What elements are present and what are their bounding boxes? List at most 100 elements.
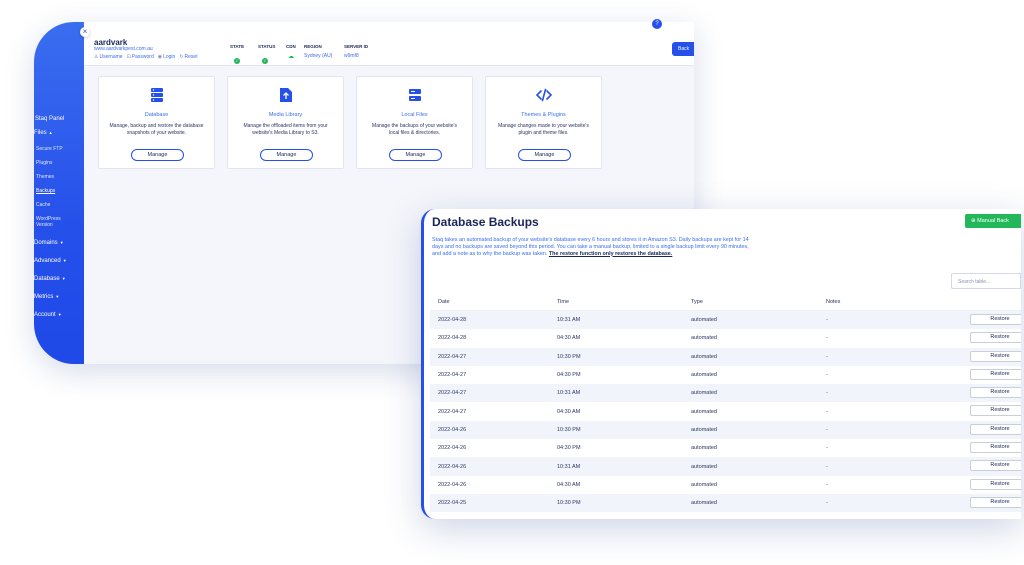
link-label: Reset	[184, 54, 198, 60]
restore-button[interactable]: Restore	[970, 442, 1021, 454]
cell-date: 2022-04-27	[438, 408, 467, 415]
sidebar-item-label: Account	[34, 312, 56, 318]
password-link[interactable]: ⊡Password	[127, 54, 154, 60]
cell-date: 2022-04-26	[438, 445, 467, 452]
cell-type: automated	[691, 408, 717, 415]
sidebar-item-plugins[interactable]: Plugins	[36, 160, 52, 166]
cell-time: 04:30 PM	[557, 372, 581, 379]
sidebar-item-cache[interactable]: Cache	[36, 202, 50, 208]
cell-actions: Restore	[960, 384, 1021, 402]
cell-type: automated	[691, 445, 717, 452]
backup-category-cards: Database Manage, backup and restore the …	[98, 76, 602, 169]
restore-button[interactable]: Restore	[970, 387, 1021, 399]
help-icon[interactable]: ?	[652, 19, 662, 29]
sidebar-item-domains[interactable]: Domains ▼	[34, 240, 64, 246]
column-header-date[interactable]: Date	[430, 299, 557, 305]
login-icon: ◉	[157, 54, 163, 60]
sidebar-item-label: Secure FTP	[36, 146, 63, 152]
lock-icon: ⊡	[126, 54, 131, 60]
restore-button[interactable]: Restore	[970, 460, 1021, 472]
cell-type: automated	[691, 390, 717, 397]
card-local-files: Local Files Manage the backups of your w…	[356, 76, 473, 169]
search-input[interactable]: Search table...	[951, 273, 1021, 289]
reset-link[interactable]: ↻Reset	[179, 54, 197, 60]
manage-media-library-button[interactable]: Manage	[260, 149, 313, 161]
chevron-up-icon: ▲	[48, 130, 53, 135]
check-circle-icon: ✓	[262, 58, 268, 64]
cell-time: 10:31 AM	[557, 463, 581, 470]
chevron-down-icon: ▼	[55, 294, 60, 299]
sidebar-item-staq-panel[interactable]: Staq Panel	[35, 116, 64, 122]
sidebar-item-advanced[interactable]: Advanced ▼	[34, 258, 67, 264]
cell-type: automated	[691, 426, 717, 433]
table-row: 2022-04-26 10:31 AM automated - Restore	[430, 457, 1021, 476]
restore-note: The restore function only restores the d…	[548, 250, 673, 257]
stat-value: w9mf8	[344, 53, 359, 59]
sidebar-item-label: Metrics	[34, 294, 54, 300]
card-description: Manage changes made to your website's pl…	[498, 123, 589, 136]
link-label: Password	[131, 54, 154, 60]
cell-date: 2022-04-27	[438, 353, 467, 360]
cell-actions: Restore	[960, 421, 1021, 439]
cell-type: automated	[691, 317, 717, 324]
sidebar-item-files[interactable]: Files ▲	[34, 130, 53, 136]
stat-value: Sydney (AU)	[304, 53, 333, 59]
card-description: Manage, backup and restore the database …	[109, 123, 204, 136]
restore-button[interactable]: Restore	[970, 423, 1021, 435]
username-link[interactable]: ♙Username	[94, 54, 123, 60]
table-row: 2022-04-27 10:31 AM automated - Restore	[430, 384, 1021, 403]
stat-region: REGION Sydney (AU)	[304, 44, 332, 59]
site-url[interactable]: www.aardvarkpest.com.au	[94, 46, 153, 52]
cell-notes: -	[826, 353, 828, 360]
restore-button[interactable]: Restore	[970, 405, 1021, 417]
sidebar-item-backups[interactable]: Backups	[36, 188, 55, 194]
cell-time: 04:30 AM	[557, 335, 581, 342]
sidebar-item-themes[interactable]: Themes	[36, 174, 54, 180]
sidebar-item-label: Database	[34, 276, 60, 282]
code-icon	[535, 88, 552, 102]
sidebar-item-database[interactable]: Database ▼	[34, 276, 66, 282]
manage-database-button[interactable]: Manage	[131, 149, 184, 161]
table-row: 2022-04-27 10:30 PM automated - Restore	[430, 347, 1021, 366]
card-database: Database Manage, backup and restore the …	[98, 76, 215, 169]
restore-button[interactable]: Restore	[970, 350, 1021, 362]
cell-type: automated	[691, 353, 717, 360]
manual-backup-button[interactable]: ⊕ Manual Back	[965, 214, 1021, 228]
manage-local-files-button[interactable]: Manage	[389, 149, 442, 161]
cell-actions: Restore	[960, 402, 1021, 420]
sidebar-item-metrics[interactable]: Metrics ▼	[34, 294, 59, 300]
cell-notes: -	[826, 500, 828, 507]
cell-time: 10:31 AM	[557, 317, 581, 324]
column-header-actions	[960, 293, 1021, 310]
card-title: Database	[144, 112, 169, 118]
cell-time: 10:30 PM	[557, 353, 581, 360]
sidebar-item-wordpress-version[interactable]: WordPress Version	[36, 216, 76, 228]
column-header-time[interactable]: Time	[557, 299, 691, 305]
sidebar-item-secure-ftp[interactable]: Secure FTP	[36, 146, 63, 152]
table-row: 2022-04-25 10:30 PM automated - Restore	[430, 493, 1021, 513]
upload-file-icon	[279, 88, 292, 102]
stat-label: SERVER ID	[344, 44, 369, 49]
cell-type: automated	[691, 500, 717, 507]
restore-button[interactable]: Restore	[970, 478, 1021, 490]
card-media-library: Media Library Manage the offloaded items…	[227, 76, 344, 169]
sidebar-item-account[interactable]: Account ▼	[34, 312, 62, 318]
restore-button[interactable]: Restore	[970, 368, 1021, 380]
close-icon[interactable]: ×	[80, 27, 90, 37]
column-header-type[interactable]: Type	[691, 299, 826, 305]
column-header-notes[interactable]: Notes	[826, 299, 960, 305]
backups-table: Date Time Type Notes 2022-04-28 10:31 AM a…	[430, 293, 1021, 513]
cell-actions: Restore	[960, 329, 1021, 347]
cell-actions: Restore	[960, 439, 1021, 457]
restore-button[interactable]: Restore	[970, 332, 1021, 344]
restore-button[interactable]: Restore	[970, 314, 1021, 325]
cell-time: 04:30 AM	[557, 408, 581, 415]
manage-themes-plugins-button[interactable]: Manage	[518, 149, 571, 161]
card-description: Manage the backups of your website's loc…	[372, 123, 457, 136]
back-button[interactable]: Back	[672, 42, 694, 56]
cell-actions: Restore	[960, 366, 1021, 384]
site-header: aardvark www.aardvarkpest.com.au ♙Userna…	[84, 22, 694, 66]
restore-button[interactable]: Restore	[970, 496, 1021, 508]
sidebar-item-label: Domains	[34, 240, 58, 246]
login-link[interactable]: ◉Login	[158, 54, 176, 60]
